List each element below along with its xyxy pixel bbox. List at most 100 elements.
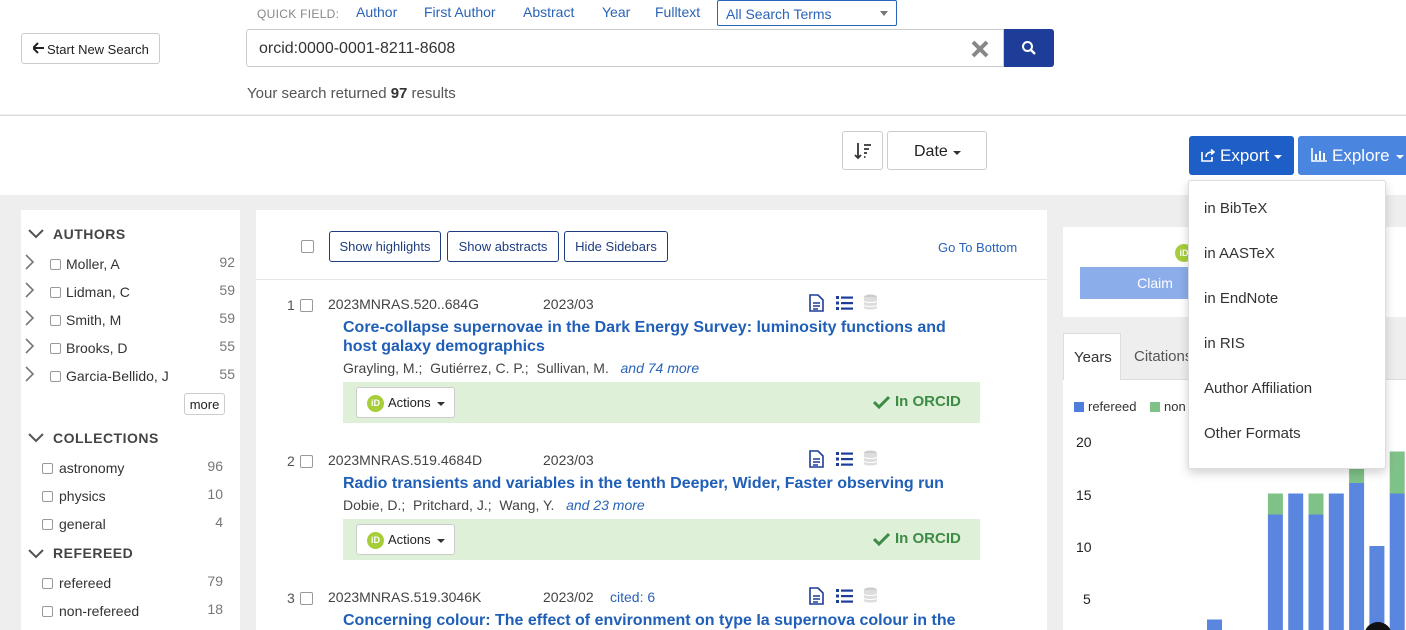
explore-button[interactable]: Explore <box>1298 136 1406 175</box>
legend-label-non-refereed: non <box>1164 399 1186 414</box>
facet-checkbox[interactable] <box>42 491 53 502</box>
go-to-bottom-link[interactable]: Go To Bottom <box>938 240 1017 255</box>
show-abstracts-button[interactable]: Show abstracts <box>447 231 559 262</box>
caret-down-icon <box>953 151 961 155</box>
result-title[interactable]: Concerning colour: The effect of environ… <box>343 611 993 630</box>
chevron-down-icon[interactable] <box>28 430 44 446</box>
facet-checkbox[interactable] <box>42 606 53 617</box>
more-authors-button[interactable]: more <box>184 393 225 415</box>
quick-field-year[interactable]: Year <box>602 4 630 20</box>
facet-collection-count: 10 <box>207 486 223 502</box>
orcid-actions-button[interactable]: iD Actions <box>356 387 455 418</box>
result-author[interactable]: Sullivan, M. <box>536 360 608 376</box>
result-author[interactable]: Gutiérrez, C. P.; <box>430 360 529 376</box>
facet-checkbox[interactable] <box>42 519 53 530</box>
result-cited-link[interactable]: cited: 6 <box>610 589 655 605</box>
in-orcid-label: In ORCID <box>895 393 961 410</box>
facet-author-item[interactable]: Lidman, C 59 <box>25 282 235 304</box>
facet-checkbox[interactable] <box>50 371 61 382</box>
sort-direction-button[interactable] <box>842 131 883 170</box>
chevron-right-icon[interactable] <box>25 282 35 301</box>
facet-collection-item[interactable]: general 4 <box>42 514 223 536</box>
bar-refereed <box>1389 493 1405 630</box>
facet-author-item[interactable]: Moller, A 92 <box>25 254 235 276</box>
clear-search-icon[interactable] <box>971 40 989 61</box>
authors-facet-title[interactable]: AUTHORS <box>53 226 126 242</box>
result-authors: Dobie, D.; Pritchard, J.; Wang, Y. and 2… <box>343 497 645 513</box>
select-all-checkbox[interactable] <box>301 240 314 253</box>
export-ris-item[interactable]: in RIS <box>1204 335 1245 352</box>
tab-years[interactable]: Years <box>1063 333 1121 380</box>
references-list-icon[interactable] <box>836 589 853 606</box>
references-list-icon[interactable] <box>836 452 853 469</box>
facet-collection-item[interactable]: physics 10 <box>42 486 223 508</box>
facet-author-item[interactable]: Smith, M 59 <box>25 310 235 332</box>
more-authors-link[interactable]: and 23 more <box>566 497 645 513</box>
sort-field-dropdown[interactable]: Date <box>887 131 987 170</box>
tab-years-label: Years <box>1074 349 1112 366</box>
chevron-right-icon[interactable] <box>25 310 35 329</box>
chevron-down-icon[interactable] <box>28 546 44 562</box>
result-author[interactable]: Grayling, M.; <box>343 360 422 376</box>
orcid-actions-button[interactable]: iD Actions <box>356 524 455 555</box>
hide-sidebars-button[interactable]: Hide Sidebars <box>564 231 668 262</box>
facet-author-item[interactable]: Brooks, D 55 <box>25 338 235 360</box>
result-title[interactable]: Radio transients and variables in the te… <box>343 474 983 493</box>
result-item: 3 2023MNRAS.519.3046K 2023/02 cited: 6 C… <box>256 583 1047 630</box>
collections-facet-title[interactable]: COLLECTIONS <box>53 430 159 446</box>
refereed-facet-title[interactable]: REFEREED <box>53 545 133 561</box>
facet-author-name: Moller, A <box>66 256 120 272</box>
result-author[interactable]: Wang, Y. <box>499 497 554 513</box>
chevron-right-icon[interactable] <box>25 366 35 385</box>
result-item: 1 2023MNRAS.520..684G 2023/03 Core-colla… <box>256 290 1047 430</box>
export-button[interactable]: Export <box>1189 136 1294 175</box>
result-bibcode[interactable]: 2023MNRAS.520..684G <box>328 296 479 312</box>
chevron-down-icon[interactable] <box>28 226 44 242</box>
caret-down-icon <box>880 11 888 16</box>
result-checkbox[interactable] <box>300 299 313 312</box>
chevron-right-icon[interactable] <box>25 338 35 357</box>
quick-field-fulltext[interactable]: Fulltext <box>655 4 700 20</box>
facet-checkbox[interactable] <box>50 259 61 270</box>
legend-label-refereed: refereed <box>1088 399 1137 414</box>
full-text-icon[interactable] <box>808 587 824 608</box>
result-author[interactable]: Pritchard, J.; <box>413 497 492 513</box>
result-author[interactable]: Dobie, D.; <box>343 497 405 513</box>
search-input[interactable]: orcid:0000-0001-8211-8608 <box>246 29 1004 67</box>
result-title-line: Radio transients and variables in the te… <box>343 475 944 492</box>
result-bibcode[interactable]: 2023MNRAS.519.3046K <box>328 589 481 605</box>
facet-refereed-item[interactable]: refereed 79 <box>42 573 223 595</box>
result-bibcode[interactable]: 2023MNRAS.519.4684D <box>328 452 482 468</box>
full-text-icon[interactable] <box>808 294 824 315</box>
more-authors-link[interactable]: and 74 more <box>621 360 700 376</box>
search-terms-select[interactable]: All Search Terms <box>717 0 897 26</box>
references-list-icon[interactable] <box>836 296 853 313</box>
result-title[interactable]: Core-collapse supernovae in the Dark Ene… <box>343 318 983 356</box>
bar-non-refereed <box>1308 493 1324 515</box>
start-new-search-button[interactable]: Start New Search <box>21 33 160 64</box>
facet-author-item[interactable]: Garcia-Bellido, J 55 <box>25 366 235 388</box>
result-checkbox[interactable] <box>300 592 313 605</box>
export-endnote-item[interactable]: in EndNote <box>1204 290 1278 307</box>
quick-field-abstract[interactable]: Abstract <box>523 4 574 20</box>
facet-checkbox[interactable] <box>50 287 61 298</box>
quick-field-label: QUICK FIELD: <box>257 7 340 21</box>
export-aastex-item[interactable]: in AASTeX <box>1204 245 1275 262</box>
show-highlights-button[interactable]: Show highlights <box>329 231 441 262</box>
facet-refereed-item[interactable]: non-refereed 18 <box>42 601 223 623</box>
facet-checkbox[interactable] <box>42 578 53 589</box>
export-other-formats-item[interactable]: Other Formats <box>1204 425 1301 442</box>
export-bibtex-item[interactable]: in BibTeX <box>1204 200 1267 217</box>
export-author-affiliation-item[interactable]: Author Affiliation <box>1204 380 1312 397</box>
full-text-icon[interactable] <box>808 450 824 471</box>
chevron-right-icon[interactable] <box>25 254 35 273</box>
result-checkbox[interactable] <box>300 455 313 468</box>
facet-checkbox[interactable] <box>42 463 53 474</box>
search-submit-button[interactable] <box>1004 29 1054 67</box>
quick-field-author[interactable]: Author <box>356 4 397 20</box>
facet-checkbox[interactable] <box>50 343 61 354</box>
facet-collection-item[interactable]: astronomy 96 <box>42 458 223 480</box>
quick-field-first-author[interactable]: First Author <box>424 4 496 20</box>
facet-checkbox[interactable] <box>50 315 61 326</box>
bar-refereed <box>1308 514 1324 630</box>
